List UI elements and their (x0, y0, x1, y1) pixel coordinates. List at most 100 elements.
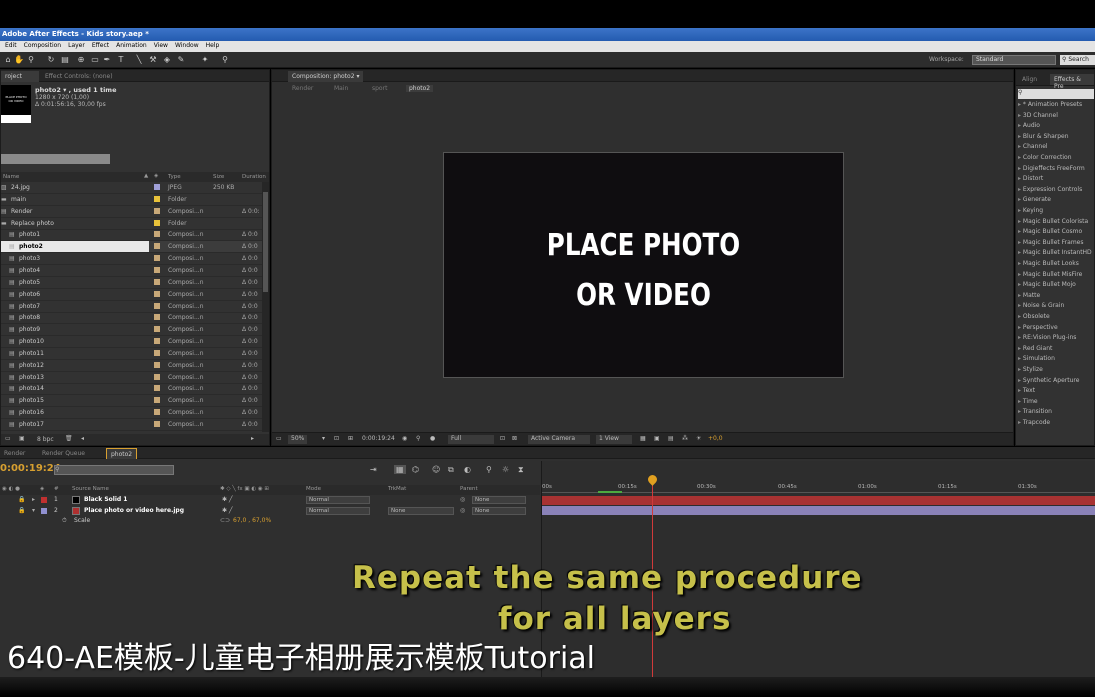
layer-source-name[interactable]: Place photo or video here.jpg (84, 507, 184, 514)
clone-tool-icon[interactable]: ⚒ (148, 55, 158, 65)
col-type[interactable]: Type (168, 174, 181, 180)
effect-category[interactable]: ▸ Magic Bullet MisFire (1018, 271, 1095, 281)
label-swatch[interactable] (154, 184, 160, 190)
tab-menu-icon[interactable]: ▾ (356, 73, 359, 80)
project-item-row[interactable]: ▤ photo3 Composi...n Δ 0:0 (1, 253, 269, 266)
workspace-select[interactable]: Standard (972, 55, 1056, 65)
exposure-value[interactable]: +0,0 (708, 435, 723, 444)
scroll-left-icon[interactable]: ◂ (81, 435, 84, 442)
viewer-timecode[interactable]: 0:00:19:24 (362, 435, 395, 444)
label-swatch[interactable] (154, 302, 160, 309)
effect-category[interactable]: ▸ Generate (1018, 196, 1095, 206)
transparency-grid-icon[interactable]: ⊠ (512, 435, 517, 444)
project-item-row[interactable]: ▤ photo12 Composi...n Δ 0:0 (1, 360, 269, 372)
motion-blur-icon[interactable]: ◐ (464, 465, 471, 474)
camera-select[interactable]: Active Camera (528, 435, 590, 444)
region-of-interest-icon[interactable]: ⊡ (500, 435, 505, 444)
hand-tool-icon[interactable]: ✋ (14, 55, 24, 65)
col-mode[interactable]: Mode (306, 486, 321, 492)
menu-view[interactable]: View (154, 42, 168, 52)
expand-arrow-icon[interactable]: ▸ (32, 496, 35, 503)
scale-property-row[interactable]: ⏱ Scale ⊂⊃ 67,0 , 67,0% (0, 516, 540, 527)
effect-category[interactable]: ▸ Trapcode (1018, 419, 1095, 429)
effect-category[interactable]: ▸ Distort (1018, 175, 1095, 185)
brush-tool-icon[interactable]: ╲ (134, 55, 144, 65)
flowchart-icon[interactable]: ⁂ (682, 435, 688, 444)
mask-visibility-icon[interactable]: ⊞ (348, 435, 353, 444)
label-swatch[interactable] (154, 409, 160, 416)
channel-icon[interactable]: ● (430, 435, 435, 444)
timeline-timecode[interactable]: 0:00:19:24 (0, 463, 61, 474)
sort-arrow-icon[interactable]: ▲ (144, 173, 148, 179)
effect-category[interactable]: ▸ 3D Channel (1018, 112, 1095, 122)
col-trkmat[interactable]: TrkMat (388, 486, 406, 492)
layer-bar-black-solid[interactable] (542, 496, 1095, 505)
project-scrollbar[interactable] (262, 182, 269, 432)
project-item-row[interactable]: ▤ Render Composi...n Δ 0:0: (1, 206, 269, 218)
breadcrumb-photo2[interactable]: photo2 (406, 85, 434, 92)
col-duration[interactable]: Duration (242, 174, 266, 180)
parent-pickwhip-icon[interactable]: ◎ (460, 507, 465, 514)
home-icon[interactable]: ⌂ (3, 55, 13, 65)
effects-search-input[interactable]: ⚲ (1018, 89, 1094, 99)
scroll-right-icon[interactable]: ▸ (251, 435, 254, 442)
project-item-row[interactable]: ▤ photo11 Composi...n Δ 0:0 (1, 348, 269, 360)
project-item-row[interactable]: ▤ photo8 Composi...n Δ 0:0 (1, 312, 269, 325)
chart-icon[interactable]: ⧗ (518, 465, 524, 475)
label-swatch[interactable] (154, 361, 160, 368)
breadcrumb-main[interactable]: Main (334, 85, 348, 92)
scale-value[interactable]: 67,0 , 67,0% (233, 517, 271, 524)
tab-align[interactable]: Align (1018, 74, 1041, 85)
tab-photo2[interactable]: photo2 (106, 448, 138, 459)
label-swatch[interactable] (154, 278, 160, 285)
tab-render-queue[interactable]: Render Queue (38, 448, 89, 459)
brainstorm-icon[interactable]: ☼ (502, 465, 509, 474)
resolution-select[interactable]: Full (448, 435, 494, 444)
menu-layer[interactable]: Layer (68, 42, 85, 52)
effect-category[interactable]: ▸ Keying (1018, 207, 1095, 217)
show-snapshot-icon[interactable]: ⚲ (416, 435, 420, 444)
project-item-row[interactable]: ▤ photo9 Composi...n Δ 0:0 (1, 324, 269, 337)
layer-label-swatch[interactable] (41, 497, 47, 503)
label-swatch[interactable] (154, 421, 160, 427)
help-search-input[interactable]: ⚲ Search (1060, 55, 1095, 65)
always-preview-icon[interactable]: ▭ (276, 435, 282, 444)
effect-category[interactable]: ▸ Digieffects FreeForm (1018, 165, 1095, 175)
expand-arrow-icon[interactable]: ▾ (32, 507, 35, 514)
draft-3d-icon[interactable]: ⌬ (412, 465, 419, 474)
stopwatch-icon[interactable]: ⏱ (62, 517, 67, 525)
menu-effect[interactable]: Effect (92, 42, 109, 52)
new-folder-icon[interactable]: ▣ (19, 435, 25, 442)
toggle-pixel-aspect-icon[interactable]: ▦ (640, 435, 646, 444)
effect-category[interactable]: ▸ Matte (1018, 292, 1095, 302)
project-search-input[interactable] (1, 154, 110, 164)
layer-switches-icon[interactable]: ✱ ╱ (222, 507, 233, 514)
effect-category[interactable]: ▸ Expression Controls (1018, 186, 1095, 196)
layer-source-name[interactable]: Black Solid 1 (84, 496, 127, 503)
safe-zones-icon[interactable]: ⊡ (334, 435, 339, 444)
rotate-tool-icon[interactable]: ↻ (46, 55, 56, 65)
effect-category[interactable]: ▸ Transition (1018, 408, 1095, 418)
shy-layers-icon[interactable]: ☺ (432, 465, 440, 474)
project-item-row[interactable]: ▤ photo13 Composi...n Δ 0:0 (1, 372, 269, 384)
effect-category[interactable]: ▸ Magic Bullet InstantHD (1018, 249, 1095, 259)
effect-category[interactable]: ▸ Noise & Grain (1018, 302, 1095, 312)
snapshot-icon[interactable]: ◉ (402, 435, 407, 444)
project-item-row[interactable]: ▤ photo6 Composi...n Δ 0:0 (1, 289, 269, 301)
trash-icon[interactable]: 🗑 (65, 435, 73, 442)
av-features-icon[interactable]: ◉ ◐ ● (2, 486, 20, 492)
puppet-tool-icon[interactable]: ✦ (200, 55, 210, 65)
frame-blending-icon[interactable]: ⧉ (448, 465, 454, 475)
breadcrumb-render[interactable]: Render (292, 85, 313, 92)
layer-bar-photo[interactable] (542, 506, 1095, 515)
text-tool-icon[interactable]: T (116, 55, 126, 65)
effect-category[interactable]: ▸ Magic Bullet Looks (1018, 260, 1095, 270)
label-swatch[interactable] (154, 243, 160, 250)
view-layout-select[interactable]: 1 View (596, 435, 632, 444)
puppet-pin-icon[interactable]: ⚲ (220, 55, 230, 65)
effect-category[interactable]: ▸ Stylize (1018, 366, 1095, 376)
roto-brush-icon[interactable]: ✎ (176, 55, 186, 65)
effect-category[interactable]: ▸ Red Giant (1018, 345, 1095, 355)
col-size[interactable]: Size (213, 174, 224, 180)
time-ruler[interactable]: 00s 00:15s 00:30s 00:45s 01:00s 01:15s 0… (542, 483, 1095, 493)
